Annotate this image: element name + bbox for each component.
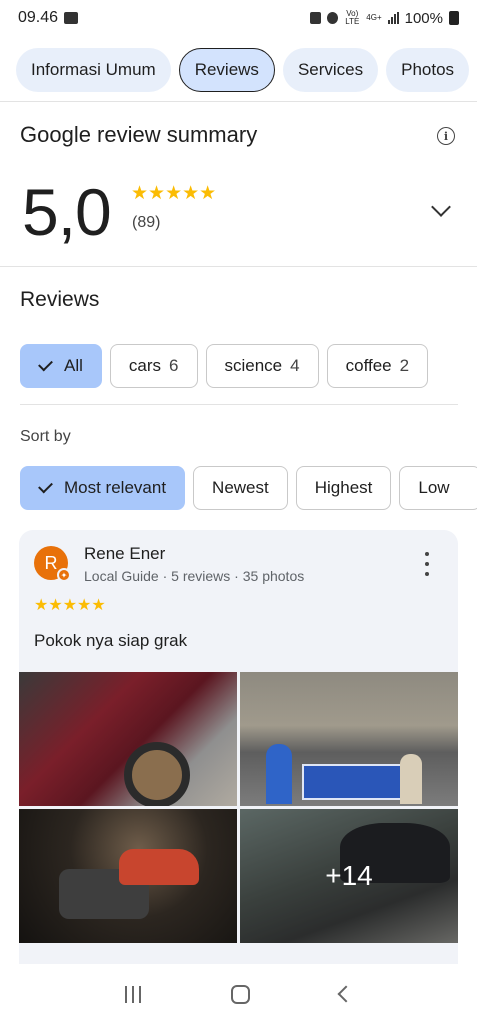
sort-options-row: Most relevant Newest Highest Low bbox=[20, 466, 477, 510]
topic-chip-label: cars bbox=[128, 356, 162, 375]
review-photo[interactable] bbox=[19, 809, 237, 943]
lock-notification-icon bbox=[310, 12, 322, 24]
review-card: R ✦ Rene Ener Local Guide · 5 reviews · … bbox=[19, 530, 458, 980]
chevron-down-icon[interactable] bbox=[431, 197, 451, 217]
review-summary-title: Google review summary bbox=[20, 122, 258, 147]
tab-reviews[interactable]: Reviews bbox=[178, 48, 275, 92]
system-nav-bar bbox=[0, 964, 477, 1024]
topic-filter-row: All cars 6 science 4 coffee 2 bbox=[20, 344, 429, 388]
topic-chip-count: 4 bbox=[290, 356, 300, 375]
battery-icon bbox=[449, 11, 459, 25]
sort-option-label: Newest bbox=[212, 478, 269, 497]
battery-percent: 100% bbox=[404, 9, 443, 27]
status-bar: 09.46 Vo) LTE 4G+ 100% bbox=[0, 0, 477, 36]
volte-indicator: Vo) LTE bbox=[345, 9, 360, 26]
reviewer-meta: Local Guide · 5 reviews · 35 photos bbox=[84, 568, 305, 584]
back-icon[interactable] bbox=[337, 985, 355, 1003]
status-time: 09.46 bbox=[18, 9, 59, 26]
check-icon bbox=[38, 356, 53, 372]
tabs-divider bbox=[0, 101, 477, 102]
average-rating: 5,0 bbox=[22, 175, 112, 249]
summary-divider bbox=[0, 266, 477, 267]
sort-lowest[interactable]: Low bbox=[399, 466, 477, 510]
topic-chip-coffee[interactable]: coffee 2 bbox=[326, 344, 429, 388]
review-stars: ★★★★★ bbox=[34, 597, 106, 614]
review-photo[interactable] bbox=[240, 672, 458, 806]
sort-most-relevant[interactable]: Most relevant bbox=[20, 466, 186, 510]
review-photo[interactable] bbox=[19, 672, 237, 806]
sort-newest[interactable]: Newest bbox=[193, 466, 288, 510]
topic-chip-all[interactable]: All bbox=[20, 344, 102, 388]
alarm-icon bbox=[327, 12, 339, 24]
topic-chip-cars[interactable]: cars 6 bbox=[109, 344, 198, 388]
network-type-indicator: 4G+ bbox=[366, 13, 382, 22]
avatar-letter: R bbox=[44, 552, 58, 573]
review-count: (89) bbox=[132, 214, 161, 231]
avatar[interactable]: R ✦ bbox=[34, 546, 71, 582]
sort-option-label: Low bbox=[418, 478, 450, 497]
topic-chip-label: science bbox=[224, 356, 283, 375]
topic-chip-count: 6 bbox=[169, 356, 179, 375]
tab-photos[interactable]: Photos bbox=[386, 48, 470, 92]
check-icon bbox=[38, 478, 53, 494]
sort-option-label: Highest bbox=[314, 478, 373, 497]
local-guide-badge-icon: ✦ bbox=[57, 568, 71, 582]
review-text: Pokok nya siap grak bbox=[34, 631, 188, 650]
sort-by-label: Sort by bbox=[20, 428, 71, 445]
status-icons: Vo) LTE 4G+ 100% bbox=[310, 10, 459, 27]
tab-services[interactable]: Services bbox=[282, 48, 379, 92]
topic-chip-science[interactable]: science 4 bbox=[205, 344, 319, 388]
reviewer-name[interactable]: Rene Ener bbox=[84, 544, 165, 564]
sort-option-label: Most relevant bbox=[64, 478, 167, 497]
home-icon[interactable] bbox=[231, 984, 250, 1004]
reviews-heading: Reviews bbox=[20, 288, 100, 311]
more-photos-count: +14 bbox=[240, 809, 458, 943]
topic-chip-label: All bbox=[64, 356, 83, 375]
tab-informasi-umum[interactable]: Informasi Umum bbox=[16, 48, 171, 92]
topic-chip-label: coffee bbox=[345, 356, 392, 375]
topics-divider bbox=[20, 404, 458, 405]
rating-stars: ★★★★★ bbox=[131, 183, 217, 204]
info-icon[interactable]: i bbox=[437, 127, 455, 145]
review-photos-grid: +14 bbox=[19, 672, 458, 943]
recents-icon[interactable] bbox=[125, 985, 141, 1003]
place-tabs: Informasi Umum Reviews Services Photos bbox=[16, 48, 470, 92]
gallery-notification-icon bbox=[64, 12, 79, 24]
more-options-icon[interactable] bbox=[419, 552, 435, 576]
signal-strength-icon bbox=[387, 12, 399, 24]
topic-chip-count: 2 bbox=[399, 356, 410, 375]
sort-highest[interactable]: Highest bbox=[295, 466, 392, 510]
review-photo-more[interactable]: +14 bbox=[240, 809, 458, 943]
